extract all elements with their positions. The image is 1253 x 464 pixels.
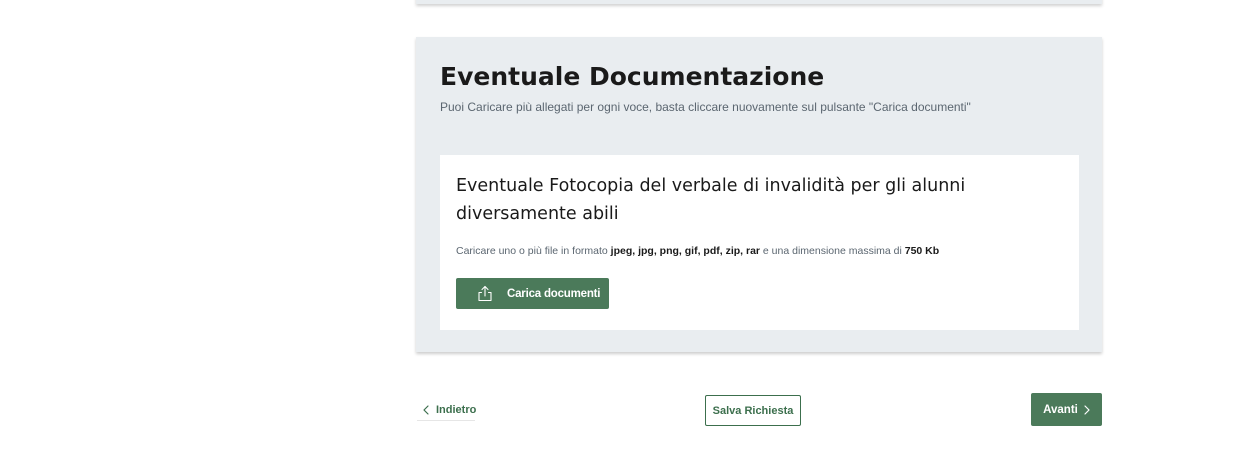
next-button-label: Avanti <box>1043 403 1078 416</box>
chevron-left-icon <box>423 400 429 419</box>
back-button-label: Indietro <box>436 403 477 416</box>
section-title: Eventuale Documentazione <box>440 62 825 91</box>
next-button[interactable]: Avanti <box>1031 393 1102 426</box>
previous-section-card <box>416 0 1102 4</box>
description-prefix: Caricare uno o più file in formato <box>456 245 611 257</box>
chevron-right-icon <box>1084 400 1090 419</box>
attachment-description: Caricare uno o più file in formato jpeg,… <box>456 244 939 258</box>
save-request-button[interactable]: Salva Richiesta <box>705 395 801 426</box>
allowed-formats: jpeg, jpg, png, gif, pdf, zip, rar <box>610 245 760 257</box>
upload-documents-button[interactable]: Carica documenti <box>456 278 609 309</box>
documentation-section: Eventuale Documentazione Puoi Caricare p… <box>416 37 1102 352</box>
attachment-card: Eventuale Fotocopia del verbale di inval… <box>440 155 1079 330</box>
save-button-label: Salva Richiesta <box>712 404 794 417</box>
section-subtitle: Puoi Caricare più allegati per ogni voce… <box>440 100 971 114</box>
attachment-title: Eventuale Fotocopia del verbale di inval… <box>456 176 966 224</box>
back-button[interactable]: Indietro <box>417 399 477 421</box>
upload-icon <box>477 285 493 302</box>
upload-button-label: Carica documenti <box>507 287 601 300</box>
description-middle: e una dimensione massima di <box>760 245 905 257</box>
max-size: 750 Kb <box>904 245 940 257</box>
